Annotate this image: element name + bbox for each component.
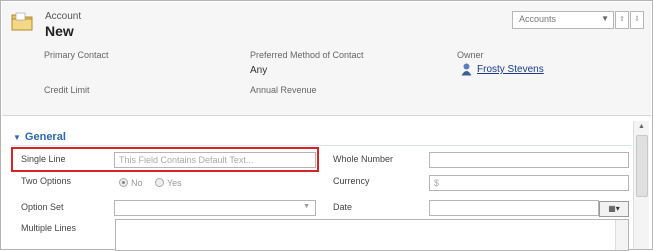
arrow-down-icon[interactable]: ⇩	[630, 11, 644, 29]
radio-no-label: No	[131, 178, 143, 188]
form-selector[interactable]: Accounts ▼	[512, 11, 614, 29]
radio-yes-dot	[155, 178, 164, 187]
multiple-lines-textarea[interactable]	[115, 219, 629, 251]
chevron-down-icon: ▼	[303, 203, 310, 210]
section-title: General	[24, 131, 66, 143]
form-header: Account New Accounts ▼ ⇧ ⇩ Primary Conta…	[2, 2, 651, 116]
radio-yes[interactable]: Yes	[155, 178, 182, 188]
collapse-icon: ▼	[13, 133, 21, 142]
form-scrollbar[interactable]: ▲	[633, 121, 649, 249]
chevron-down-icon: ▼	[601, 14, 609, 23]
calendar-icon[interactable]: ▦▾	[599, 201, 629, 217]
option-set-select[interactable]: ▼	[114, 200, 316, 216]
form-selector-value: Accounts	[519, 14, 557, 24]
currency-symbol: $	[434, 178, 440, 188]
folder-icon	[11, 12, 33, 31]
preferred-contact-value[interactable]: Any	[250, 65, 267, 76]
date-label: Date	[333, 202, 353, 212]
owner-label: Owner	[457, 50, 484, 60]
annual-revenue-label: Annual Revenue	[250, 85, 317, 95]
radio-no-dot	[119, 178, 128, 187]
record-name: New	[45, 23, 74, 39]
form-window: Account New Accounts ▼ ⇧ ⇩ Primary Conta…	[0, 0, 653, 251]
scroll-thumb[interactable]	[636, 135, 648, 197]
currency-label: Currency	[333, 176, 370, 186]
whole-number-label: Whole Number	[333, 154, 394, 164]
date-input[interactable]	[429, 200, 599, 216]
credit-limit-label: Credit Limit	[44, 85, 90, 95]
multiple-lines-label: Multiple Lines	[21, 223, 77, 233]
two-options-label: Two Options	[21, 176, 72, 186]
radio-no[interactable]: No	[119, 178, 143, 188]
user-icon	[461, 63, 472, 76]
section-general-header[interactable]: ▼ General	[13, 131, 66, 143]
highlight-box	[11, 147, 319, 172]
currency-input[interactable]: $	[429, 175, 629, 191]
option-set-label: Option Set	[21, 202, 64, 212]
section-divider	[11, 145, 631, 146]
textarea-scrollbar[interactable]	[615, 220, 628, 250]
arrow-up-icon[interactable]: ⇧	[615, 11, 629, 29]
whole-number-input[interactable]	[429, 152, 629, 168]
owner-link[interactable]: Frosty Stevens	[477, 64, 544, 75]
scroll-up-icon[interactable]: ▲	[634, 121, 649, 133]
entity-type: Account	[45, 11, 82, 22]
radio-yes-label: Yes	[167, 178, 182, 188]
primary-contact-label: Primary Contact	[44, 50, 109, 60]
preferred-contact-label: Preferred Method of Contact	[250, 50, 364, 60]
